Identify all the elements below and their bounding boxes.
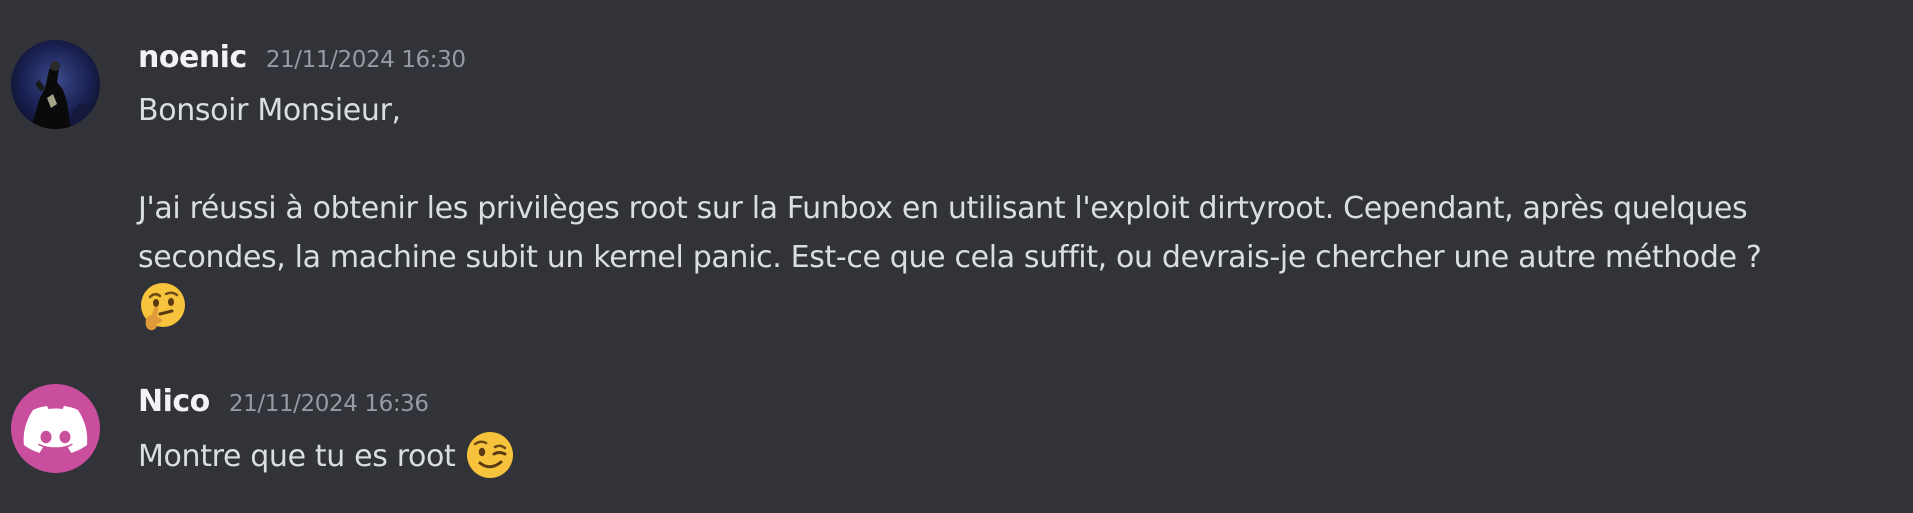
timestamp[interactable]: 21/11/2024 16:30 <box>266 47 466 73</box>
message-content: Bonsoir Monsieur, J'ai réussi à obtenir … <box>138 86 1898 333</box>
message-text: Montre que tu es root <box>138 439 456 474</box>
username[interactable]: Nico <box>138 384 210 419</box>
username[interactable]: noenic <box>138 40 247 75</box>
message-header: Nico 21/11/2024 16:36 <box>138 384 429 419</box>
message-header: noenic 21/11/2024 16:30 <box>138 40 466 75</box>
discord-logo-icon <box>23 406 88 453</box>
message-text-line: J'ai réussi à obtenir les privilèges roo… <box>138 191 1748 226</box>
avatar[interactable] <box>11 384 100 473</box>
timestamp[interactable]: 21/11/2024 16:36 <box>229 391 429 417</box>
emoji-line <box>138 282 1898 333</box>
message-text-line: Bonsoir Monsieur, <box>138 93 401 128</box>
message-content: Montre que tu es root <box>138 430 1898 481</box>
message-text-line: secondes, la machine subit un kernel pan… <box>138 240 1762 275</box>
user-avatar-image <box>11 40 100 129</box>
thinking-face-emoji[interactable] <box>138 282 188 332</box>
avatar[interactable] <box>11 40 100 129</box>
winking-face-emoji[interactable] <box>465 430 515 480</box>
message-text-line: Montre que tu es root <box>138 430 1898 481</box>
